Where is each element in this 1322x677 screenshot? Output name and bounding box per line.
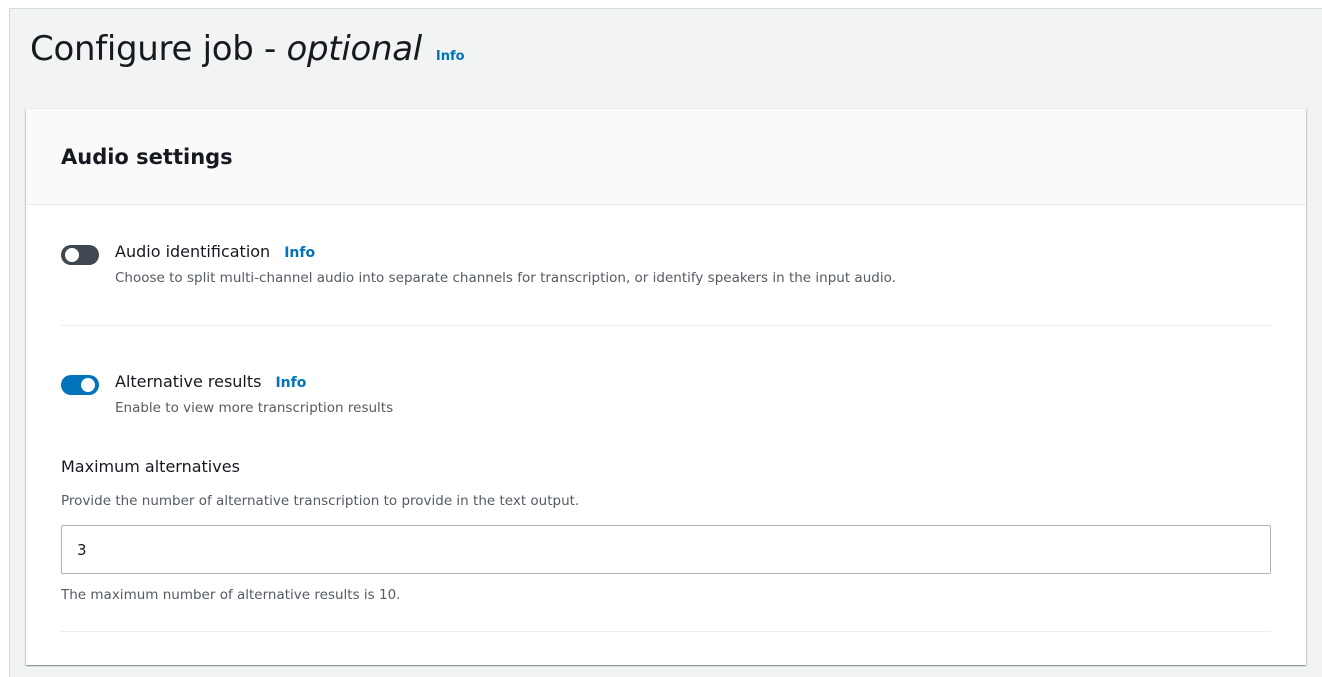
audio-identification-toggle[interactable] bbox=[61, 245, 99, 265]
audio-identification-label-row: Audio identification Info bbox=[115, 242, 315, 261]
alternative-results-toggle[interactable] bbox=[61, 375, 99, 395]
page-title-emphasis: optional bbox=[286, 29, 423, 69]
section-divider bbox=[61, 325, 1271, 326]
alternative-results-description: Enable to view more transcription result… bbox=[115, 400, 394, 416]
page-title-text: Configure job - optional bbox=[30, 29, 422, 69]
maximum-alternatives-constraint: The maximum number of alternative result… bbox=[61, 587, 401, 603]
audio-identification-info-link[interactable]: Info bbox=[284, 245, 315, 261]
alternative-results-toggle-knob bbox=[81, 378, 95, 392]
audio-settings-header: Audio settings bbox=[26, 109, 1306, 205]
section-divider-bottom bbox=[61, 631, 1271, 632]
page-title-main: Configure job - bbox=[30, 29, 287, 69]
alternative-results-info-link[interactable]: Info bbox=[275, 375, 306, 391]
audio-settings-title: Audio settings bbox=[61, 145, 233, 169]
maximum-alternatives-description: Provide the number of alternative transc… bbox=[61, 493, 580, 509]
page-title: Configure job - optional Info bbox=[30, 29, 465, 89]
audio-identification-toggle-knob bbox=[65, 248, 79, 262]
maximum-alternatives-label: Maximum alternatives bbox=[61, 457, 240, 476]
page-background: Configure job - optional Info Audio sett… bbox=[9, 8, 1322, 677]
alternative-results-label: Alternative results bbox=[115, 372, 262, 391]
audio-identification-label: Audio identification bbox=[115, 242, 271, 261]
maximum-alternatives-input[interactable] bbox=[61, 525, 1271, 574]
audio-identification-description: Choose to split multi-channel audio into… bbox=[115, 270, 896, 286]
alternative-results-label-row: Alternative results Info bbox=[115, 372, 306, 391]
page-title-info-link[interactable]: Info bbox=[436, 49, 465, 64]
audio-settings-panel: Audio settings Audio identification Info … bbox=[26, 108, 1306, 665]
